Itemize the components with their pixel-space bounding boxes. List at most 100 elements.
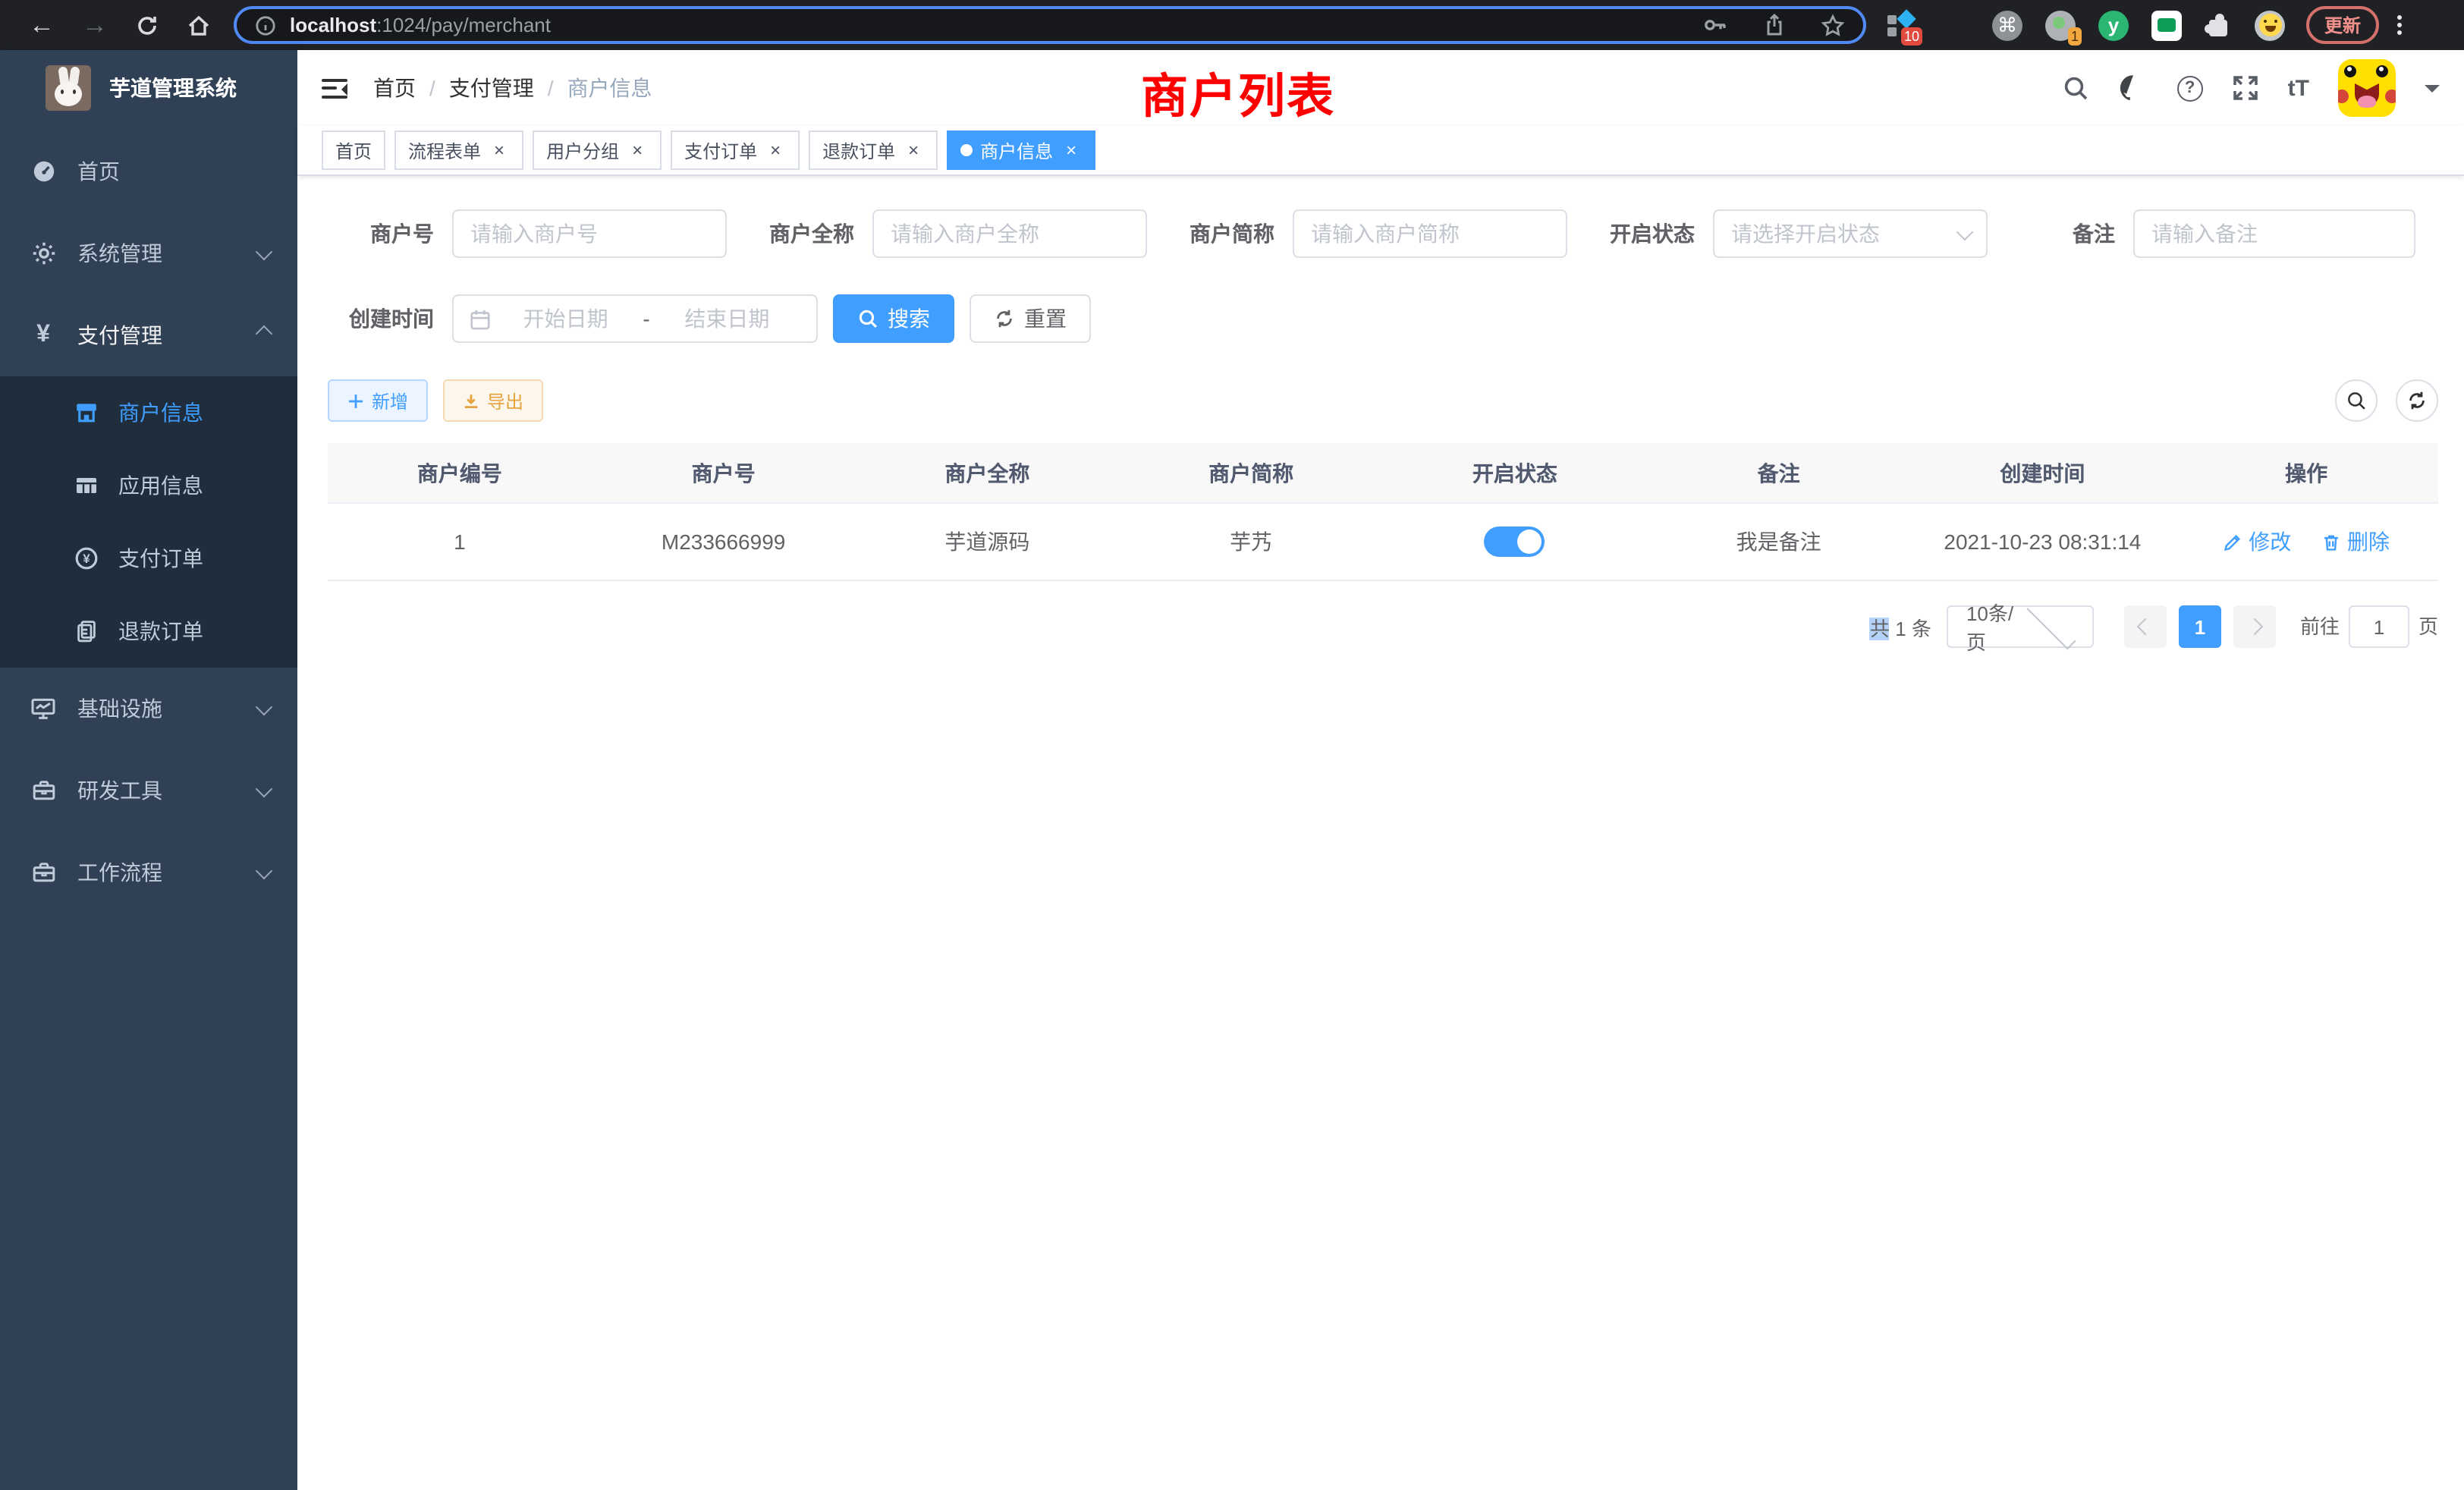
search-button[interactable]: 搜索 (833, 294, 954, 343)
chevron-down-icon (256, 244, 273, 261)
active-tab-dot (960, 144, 973, 156)
close-icon[interactable]: × (489, 140, 510, 161)
goto-page-input[interactable] (2349, 605, 2409, 648)
export-button[interactable]: 导出 (443, 379, 543, 422)
delete-link[interactable]: 删除 (2321, 527, 2390, 557)
url-text: localhost:1024/pay/merchant (290, 14, 551, 36)
extension-grid-icon[interactable]: 10 (1886, 10, 1916, 40)
extension-badge: 10 (1901, 27, 1922, 45)
sidebar-item-home[interactable]: 首页 (0, 130, 297, 212)
remark-input[interactable] (2133, 209, 2415, 258)
help-icon[interactable]: ? (2177, 75, 2203, 101)
show-search-toggle-button[interactable] (2335, 379, 2378, 422)
chevron-down-icon (1956, 223, 1974, 240)
refresh-table-button[interactable] (2396, 379, 2438, 422)
browser-back-icon[interactable]: ← (29, 12, 55, 38)
sidebar-collapse-icon[interactable] (322, 78, 347, 98)
sidebar-item-workflow[interactable]: 工作流程 (0, 831, 297, 913)
close-icon[interactable]: × (765, 140, 786, 161)
add-button[interactable]: 新增 (328, 379, 428, 422)
close-icon[interactable]: × (627, 140, 648, 161)
browser-update-button[interactable]: 更新 (2306, 6, 2379, 44)
sidebar-item-merchant-info[interactable]: 商户信息 (0, 376, 297, 449)
extension-yuque-icon[interactable]: y (2098, 10, 2129, 40)
password-key-icon[interactable] (1702, 14, 1728, 36)
status-select[interactable]: 请选择开启状态 (1713, 209, 1988, 258)
reset-button[interactable]: 重置 (970, 294, 1091, 343)
edit-link[interactable]: 修改 (2223, 527, 2291, 557)
browser-home-icon[interactable] (187, 13, 211, 37)
extension-recorder-icon[interactable]: 1 (2045, 10, 2076, 40)
extension-command-icon[interactable]: ⌘ (1992, 10, 2022, 40)
cell-create-time: 2021-10-23 08:31:14 (1911, 503, 2175, 580)
breadcrumb-current: 商户信息 (567, 73, 652, 103)
close-icon[interactable]: × (903, 140, 924, 161)
full-name-input[interactable] (872, 209, 1147, 258)
sidebar-item-system[interactable]: 系统管理 (0, 212, 297, 294)
merchant-no-label: 商户号 (328, 218, 452, 249)
cell-full-name: 芋道源码 (856, 503, 1120, 580)
tab-user-group[interactable]: 用户分组× (533, 130, 662, 170)
chevron-down-icon (256, 699, 273, 716)
browser-forward-icon[interactable]: → (82, 12, 108, 38)
tab-merchant-info[interactable]: 商户信息× (947, 130, 1095, 170)
fullscreen-icon[interactable] (2232, 74, 2259, 102)
create-time-range-picker[interactable]: 开始日期 - 结束日期 (452, 294, 818, 343)
sidebar-item-refund-order[interactable]: 退款订单 (0, 595, 297, 668)
short-name-input[interactable] (1293, 209, 1567, 258)
header-search-icon[interactable] (2062, 74, 2089, 102)
dashboard-gauge-icon (30, 159, 56, 184)
site-info-icon[interactable] (255, 14, 276, 36)
prev-page-button[interactable] (2124, 605, 2167, 648)
close-icon[interactable]: × (1061, 140, 1082, 161)
trash-icon (2321, 532, 2341, 552)
browser-profile-avatar[interactable] (2255, 10, 2285, 40)
user-avatar[interactable] (2338, 59, 2396, 117)
page-number-1[interactable]: 1 (2179, 605, 2221, 648)
chevron-down-icon (256, 863, 273, 880)
toolbox-icon (30, 778, 56, 803)
tab-home[interactable]: 首页 (322, 130, 385, 170)
sidebar-item-infrastructure[interactable]: 基础设施 (0, 668, 297, 750)
cell-short-name: 芋艿 (1119, 503, 1383, 580)
share-icon[interactable] (1763, 13, 1786, 37)
tab-pay-order[interactable]: 支付订单× (671, 130, 800, 170)
payment-submenu: 商户信息 应用信息 ¥ 支付订单 (0, 376, 297, 668)
app-header: 首页 / 支付管理 / 商户信息 商户列表 ? (297, 50, 2464, 126)
cell-merchant-no: M233666999 (592, 503, 856, 580)
merchant-table: 商户编号 商户号 商户全称 商户简称 开启状态 备注 创建时间 操作 1 (328, 443, 2438, 581)
extensions-puzzle-icon[interactable] (2205, 11, 2232, 39)
sidebar-item-app-info[interactable]: 应用信息 (0, 449, 297, 522)
short-name-label: 商户简称 (1168, 218, 1293, 249)
browser-menu-icon[interactable] (2397, 15, 2402, 35)
status-toggle[interactable] (1485, 527, 1545, 557)
app-logo[interactable]: 芋道管理系统 (0, 50, 297, 126)
extension-gem-icon[interactable] (1939, 10, 1969, 40)
breadcrumb-payment[interactable]: 支付管理 (449, 73, 534, 103)
table-header-row: 商户编号 商户号 商户全称 商户简称 开启状态 备注 创建时间 操作 (328, 443, 2438, 503)
extension-chat-icon[interactable] (2151, 10, 2182, 40)
address-bar[interactable]: localhost:1024/pay/merchant (234, 6, 1866, 44)
next-page-button[interactable] (2233, 605, 2276, 648)
browser-reload-icon[interactable] (135, 13, 159, 37)
toolbox-icon (30, 860, 56, 885)
breadcrumb-home[interactable]: 首页 (373, 73, 416, 103)
avatar-caret-icon[interactable] (2425, 84, 2440, 99)
sidebar-item-payment[interactable]: ¥ 支付管理 (0, 294, 297, 376)
breadcrumb: 首页 / 支付管理 / 商户信息 (373, 73, 652, 103)
col-merchant-no: 商户号 (592, 443, 856, 503)
tab-process-form[interactable]: 流程表单× (394, 130, 523, 170)
font-size-icon[interactable]: tT (2288, 75, 2309, 101)
tab-refund-order[interactable]: 退款订单× (809, 130, 938, 170)
sidebar-item-pay-order[interactable]: ¥ 支付订单 (0, 522, 297, 595)
tags-view-bar: 首页 流程表单× 用户分组× 支付订单× 退款订单× 商户信息× (297, 126, 2464, 176)
extensions-strip: 10 ⌘ 1 y (1886, 10, 2285, 40)
page-size-select[interactable]: 10条/页 (1947, 605, 2094, 648)
bookmark-star-icon[interactable] (1821, 13, 1845, 37)
create-time-label: 创建时间 (328, 303, 452, 334)
sidebar-item-dev-tools[interactable]: 研发工具 (0, 750, 297, 831)
github-icon[interactable] (2118, 73, 2148, 103)
col-status: 开启状态 (1383, 443, 1647, 503)
document-copy-icon (73, 619, 99, 643)
merchant-no-input[interactable] (452, 209, 727, 258)
